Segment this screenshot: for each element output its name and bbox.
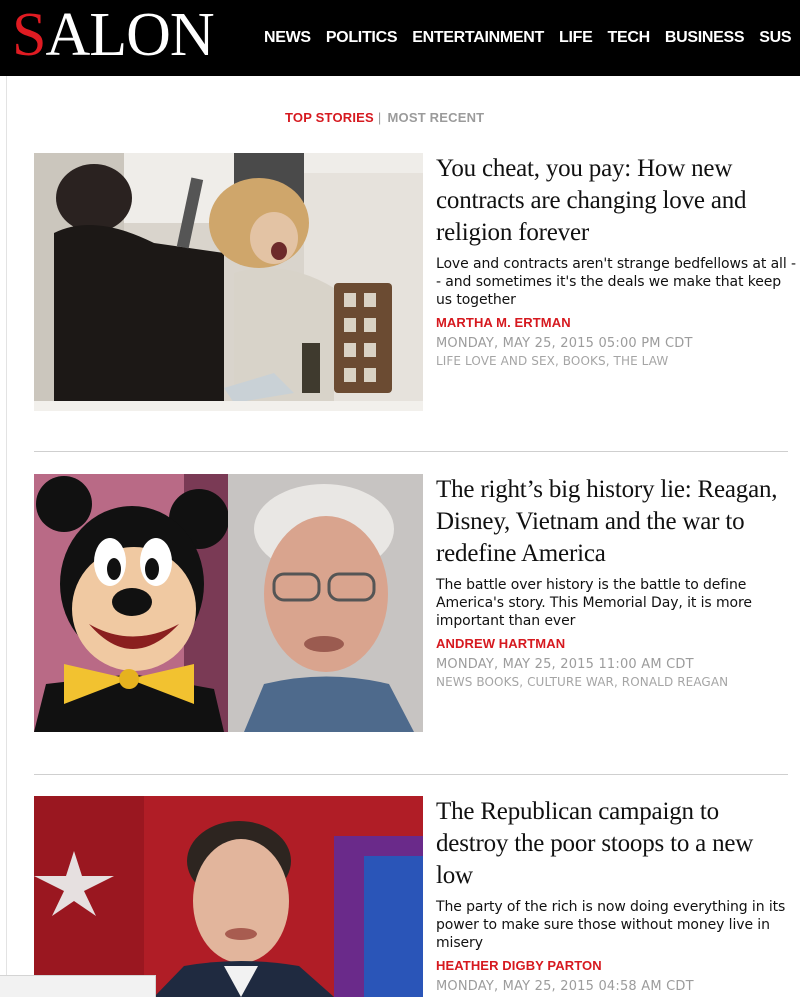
salon-logo[interactable]: SALON xyxy=(12,1,215,69)
story-headline[interactable]: You cheat, you pay: How new contracts ar… xyxy=(436,153,796,249)
story-author[interactable]: MARTHA M. ERTMAN xyxy=(436,315,796,330)
story-content: The right’s big history lie: Reagan, Dis… xyxy=(436,474,796,689)
story-dek: Love and contracts aren't strange bedfel… xyxy=(436,256,796,308)
story-divider xyxy=(34,774,788,775)
logo-rest: ALON xyxy=(45,1,214,69)
story-headline[interactable]: The Republican campaign to destroy the p… xyxy=(436,796,796,892)
nav-sustainability[interactable]: SUS xyxy=(759,29,791,47)
story-photo-walker xyxy=(34,796,423,997)
nav-entertainment[interactable]: ENTERTAINMENT xyxy=(412,29,544,47)
story-author[interactable]: HEATHER DIGBY PARTON xyxy=(436,958,796,973)
story-date: MONDAY, MAY 25, 2015 11:00 AM CDT xyxy=(436,657,694,672)
left-border xyxy=(6,76,7,997)
nav-business[interactable]: BUSINESS xyxy=(665,29,745,47)
story-headline[interactable]: The right’s big history lie: Reagan, Dis… xyxy=(436,474,796,570)
logo-initial: S xyxy=(12,1,46,69)
story-tags: NEWS BOOKS, CULTURE WAR, RONALD REAGAN xyxy=(436,675,796,689)
site-header: SALON NEWS POLITICS ENTERTAINMENT LIFE T… xyxy=(0,0,800,76)
story-content: The Republican campaign to destroy the p… xyxy=(436,796,796,994)
tab-separator: | xyxy=(377,110,382,125)
story-image[interactable] xyxy=(34,153,423,411)
tab-top-stories[interactable]: TOP STORIES xyxy=(285,110,374,125)
nav-politics[interactable]: POLITICS xyxy=(326,29,398,47)
story-date: MONDAY, MAY 25, 2015 05:00 PM CDT xyxy=(436,336,693,351)
story-date: MONDAY, MAY 25, 2015 04:58 AM CDT xyxy=(436,979,694,994)
story-divider xyxy=(34,451,788,452)
story-photo-fatal-attraction xyxy=(34,153,423,411)
story-content: You cheat, you pay: How new contracts ar… xyxy=(436,153,796,368)
story-image[interactable] xyxy=(34,796,423,997)
bottom-left-panel xyxy=(0,975,156,997)
story-dek: The battle over history is the battle to… xyxy=(436,577,752,629)
nav-news[interactable]: NEWS xyxy=(264,29,311,47)
story-tags: LIFE LOVE AND SEX, BOOKS, THE LAW xyxy=(436,354,796,368)
tab-most-recent[interactable]: MOST RECENT xyxy=(387,110,484,125)
nav-life[interactable]: LIFE xyxy=(559,29,593,47)
main-nav: NEWS POLITICS ENTERTAINMENT LIFE TECH BU… xyxy=(264,0,800,76)
story-tag-list[interactable]: NEWS BOOKS, CULTURE WAR, RONALD REAGAN xyxy=(436,675,728,689)
nav-tech[interactable]: TECH xyxy=(607,29,650,47)
story-author[interactable]: ANDREW HARTMAN xyxy=(436,636,796,651)
story-image[interactable] xyxy=(34,474,423,732)
story-tag-list[interactable]: LIFE LOVE AND SEX, BOOKS, THE LAW xyxy=(436,354,668,368)
story-dek: The party of the rich is now doing every… xyxy=(436,899,786,951)
story-photo-mickey-chomsky xyxy=(34,474,423,732)
